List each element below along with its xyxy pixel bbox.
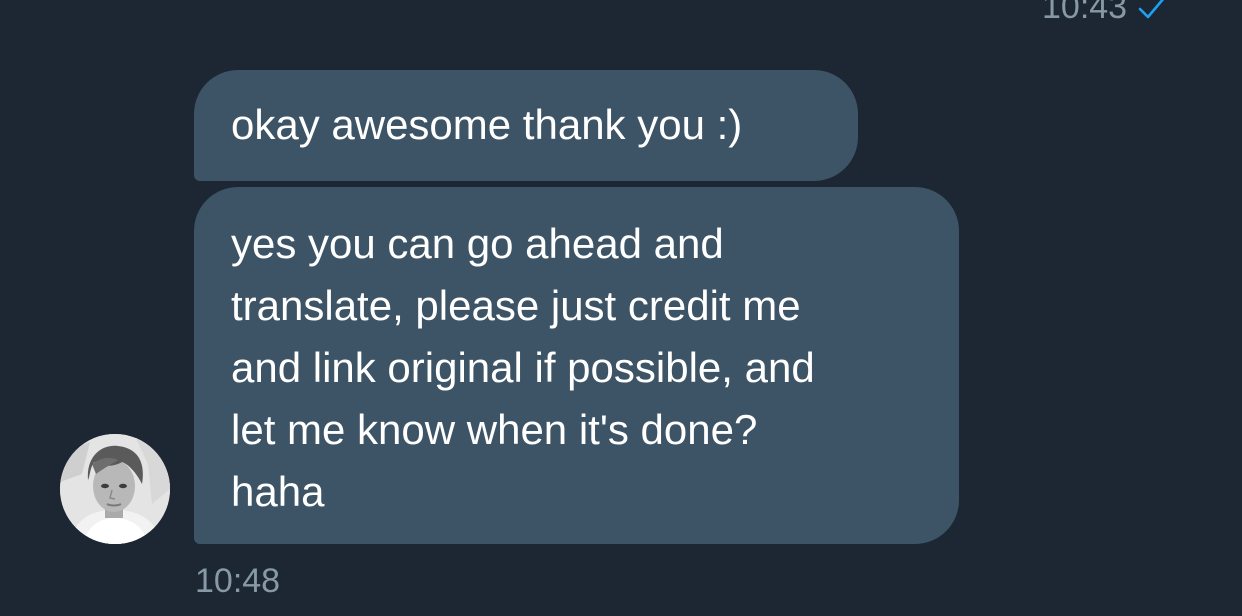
received-message-bubble[interactable]: okay awesome thank you :)	[194, 70, 858, 181]
received-message-bubble[interactable]: yes you can go ahead and translate, plea…	[194, 187, 959, 544]
avatar-photo	[60, 434, 170, 544]
message-text-line: yes you can go ahead and	[231, 220, 724, 267]
message-text-line: translate, please just credit me	[231, 282, 801, 329]
sender-avatar[interactable]	[60, 434, 170, 544]
received-timestamp: 10:48	[195, 562, 281, 600]
check-icon	[1137, 0, 1167, 23]
message-text-line: and link original if possible, and	[231, 344, 815, 391]
sent-timestamp: 10:43	[1042, 0, 1128, 26]
message-text-line: let me know when it's done?	[231, 406, 758, 453]
message-text: okay awesome thank you :)	[231, 101, 743, 148]
message-text-line: haha	[231, 468, 325, 515]
dm-conversation-view: { "conversation": { "previous_sent_time"…	[0, 0, 1242, 616]
sent-message-meta: 10:43	[1042, 0, 1167, 27]
